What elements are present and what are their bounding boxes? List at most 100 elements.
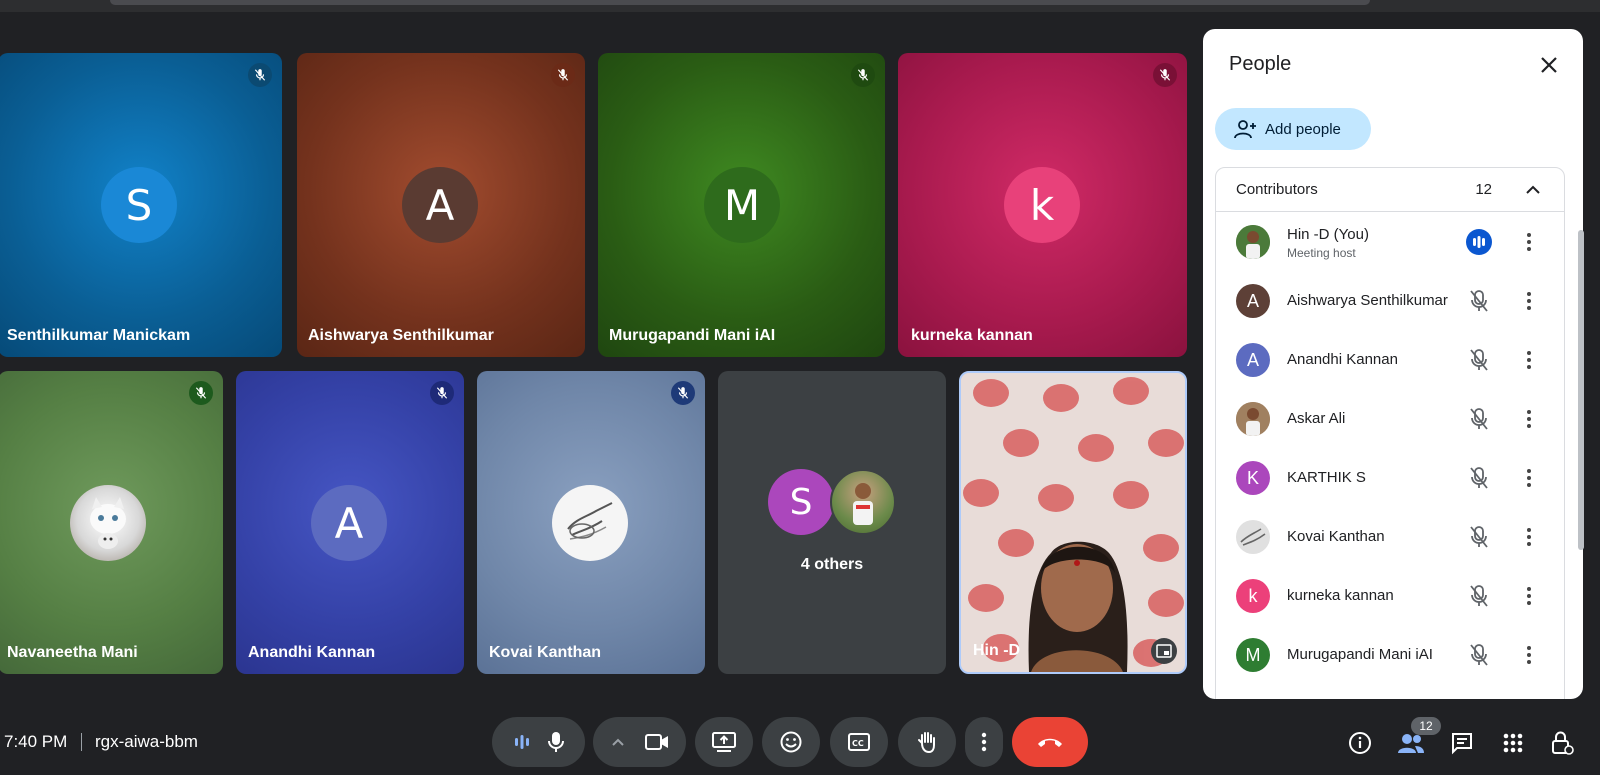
muted-mic-icon — [851, 63, 875, 87]
host-controls-lock-icon[interactable] — [1548, 729, 1576, 757]
raise-hand-button[interactable] — [898, 717, 956, 767]
divider — [81, 733, 82, 751]
participant-tile[interactable]: M Murugapandi Mani iAI — [598, 53, 885, 357]
more-options-icon[interactable] — [1516, 583, 1542, 609]
avatar — [1236, 520, 1270, 554]
add-person-icon — [1234, 120, 1256, 139]
contributors-label: Contributors — [1236, 181, 1318, 198]
more-options-icon[interactable] — [1516, 465, 1542, 491]
audio-level-icon — [514, 735, 529, 749]
close-icon[interactable] — [1535, 51, 1563, 79]
chat-icon[interactable] — [1448, 729, 1476, 757]
muted-mic-icon — [671, 381, 695, 405]
add-people-button[interactable]: Add people — [1215, 108, 1371, 150]
participant-list-name: Hin -D (You) — [1287, 226, 1369, 243]
participant-name: Murugapandi Mani iAI — [609, 327, 776, 344]
present-screen-button[interactable] — [695, 717, 753, 767]
participant-tile[interactable]: S Senthilkumar Manickam — [0, 53, 282, 357]
more-options-icon[interactable] — [1516, 347, 1542, 373]
participant-list-item[interactable]: Hin -D (You) Meeting host — [1216, 213, 1566, 271]
add-people-label: Add people — [1265, 120, 1341, 138]
participant-list-item[interactable]: K KARTHIK S — [1216, 449, 1566, 507]
muted-mic-icon — [248, 63, 272, 87]
avatar: M — [1236, 638, 1270, 672]
contributors-header[interactable]: Contributors 12 — [1216, 168, 1564, 212]
muted-mic-icon[interactable] — [1466, 465, 1492, 491]
participant-list-item[interactable]: A Anandhi Kannan — [1216, 331, 1566, 389]
participant-tile[interactable]: A Anandhi Kannan — [236, 371, 464, 674]
muted-mic-icon — [430, 381, 454, 405]
avatar: M — [704, 167, 780, 243]
reactions-button[interactable] — [762, 717, 820, 767]
avatar: A — [402, 167, 478, 243]
leave-call-button[interactable] — [1012, 717, 1088, 767]
camera-icon[interactable] — [644, 733, 669, 751]
participant-list-item[interactable]: M Murugapandi Mani iAI — [1216, 626, 1566, 684]
participant-list-item[interactable]: Kovai Kanthan — [1216, 508, 1566, 566]
muted-mic-icon[interactable] — [1466, 406, 1492, 432]
muted-mic-icon[interactable] — [1466, 642, 1492, 668]
muted-mic-icon — [189, 381, 213, 405]
participant-list-item[interactable]: Askar Ali — [1216, 390, 1566, 448]
more-options-icon[interactable] — [1516, 524, 1542, 550]
participant-list-name: kurneka kannan — [1287, 587, 1394, 604]
avatar — [1236, 402, 1270, 436]
participant-tile[interactable]: Kovai Kanthan — [477, 371, 705, 674]
microphone-icon[interactable] — [546, 731, 566, 753]
participant-list-item[interactable]: A Aishwarya Senthilkumar — [1216, 272, 1566, 330]
more-options-icon[interactable] — [1516, 288, 1542, 314]
participant-name: Anandhi Kannan — [248, 644, 376, 661]
more-vert-icon — [981, 732, 987, 752]
avatar: k — [1004, 167, 1080, 243]
more-options-icon[interactable] — [1516, 229, 1542, 255]
svg-text:CC: CC — [852, 739, 864, 748]
more-options-icon[interactable] — [1516, 642, 1542, 668]
chevron-up-icon[interactable] — [611, 737, 625, 747]
muted-mic-icon — [551, 63, 575, 87]
participant-role: Meeting host — [1287, 246, 1356, 260]
mic-control-group[interactable] — [492, 717, 585, 767]
muted-mic-icon[interactable] — [1466, 288, 1492, 314]
meeting-details-icon[interactable] — [1346, 729, 1374, 757]
avatar: S — [768, 469, 834, 535]
participant-tile[interactable]: Navaneetha Mani — [0, 371, 223, 674]
contributors-section: Contributors 12 Hin -D (You) Meeting host… — [1215, 167, 1565, 699]
others-tile[interactable]: S 4 others — [718, 371, 946, 674]
panel-title: People — [1229, 53, 1292, 75]
browser-top-bar — [0, 0, 1600, 12]
participant-tile[interactable]: k kurneka kannan — [898, 53, 1187, 357]
raise-hand-icon — [918, 732, 935, 754]
muted-mic-icon[interactable] — [1466, 583, 1492, 609]
participant-name: Navaneetha Mani — [7, 644, 138, 661]
people-icon[interactable] — [1397, 729, 1425, 757]
self-video-tile[interactable]: Hin -D — [959, 371, 1187, 674]
participant-name: kurneka kannan — [911, 327, 1033, 344]
chevron-up-icon[interactable] — [1522, 179, 1544, 201]
muted-mic-icon[interactable] — [1466, 524, 1492, 550]
captions-button[interactable]: CC — [830, 717, 888, 767]
camera-control-group[interactable] — [593, 717, 686, 767]
participant-list-item[interactable]: k kurneka kannan — [1216, 567, 1566, 625]
more-options-button[interactable] — [965, 717, 1003, 767]
avatar: S — [101, 167, 177, 243]
address-bar-strip — [110, 0, 1370, 5]
activities-grid-icon[interactable] — [1499, 729, 1527, 757]
sketch-hand-avatar — [552, 485, 628, 561]
participant-list-name: Murugapandi Mani iAI — [1287, 646, 1433, 663]
clock-time: 7:40 PM — [4, 732, 68, 751]
emoji-icon — [780, 731, 802, 753]
participant-list-name: KARTHIK S — [1287, 469, 1366, 486]
panel-scrollbar[interactable] — [1578, 230, 1584, 550]
avatar: A — [1236, 284, 1270, 318]
participant-list-name: Aishwarya Senthilkumar — [1287, 292, 1448, 309]
muted-mic-icon[interactable] — [1466, 347, 1492, 373]
avatar — [1236, 225, 1270, 259]
participant-list-name: Askar Ali — [1287, 410, 1346, 427]
cat-photo-avatar — [70, 485, 146, 561]
meeting-code: rgx-aiwa-bbm — [95, 732, 198, 751]
muted-mic-icon — [1153, 63, 1177, 87]
participant-tile[interactable]: A Aishwarya Senthilkumar — [297, 53, 585, 357]
pip-icon[interactable] — [1151, 638, 1177, 664]
bottom-control-bar: 7:40 PM rgx-aiwa-bbm CC 12 — [0, 705, 1600, 775]
more-options-icon[interactable] — [1516, 406, 1542, 432]
